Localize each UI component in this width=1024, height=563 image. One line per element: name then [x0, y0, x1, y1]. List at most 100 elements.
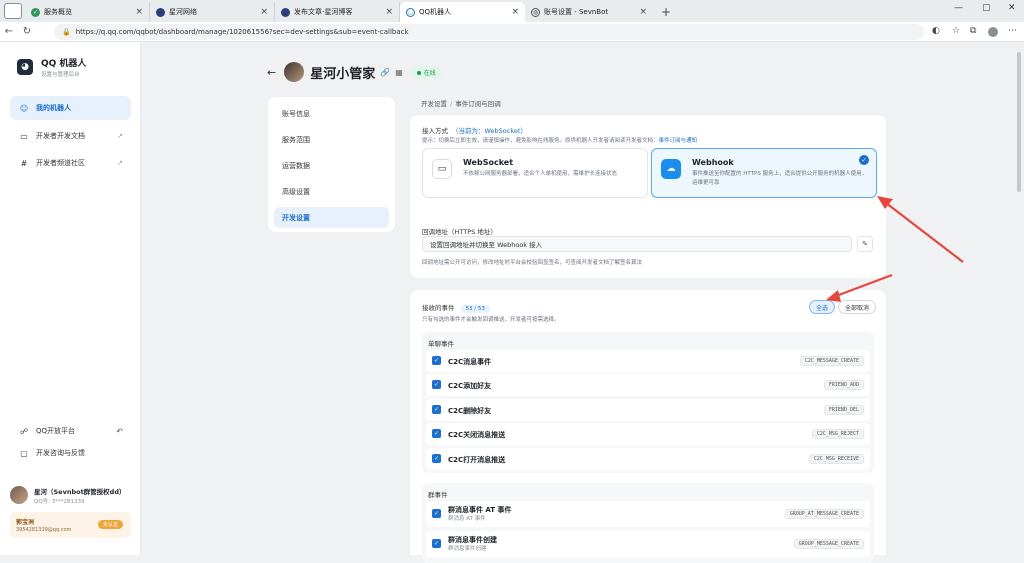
sidebar-item-dev-community[interactable]: # 开发者频道社区 ↗	[10, 151, 131, 175]
checkbox[interactable]: ✓	[432, 356, 441, 365]
card-name: 郭宝洲	[16, 519, 35, 526]
select-all-button[interactable]: 全选	[809, 300, 836, 314]
shield-icon: ✓	[31, 7, 40, 17]
monitor-icon: ▭	[432, 159, 452, 179]
robot-logo-icon: ◕	[17, 59, 33, 75]
sidebar: ◕ QQ 机器人 设置与管理后台 ☺ 我的机器人 ▭ 开发者开发文档 ↗ # 开…	[0, 42, 141, 555]
list-item[interactable]: ✓ C2C添加好友 FRIEND_ADD	[426, 374, 870, 396]
window-menu-button[interactable]	[4, 3, 22, 19]
extension-icon[interactable]: ◐	[932, 26, 940, 36]
user-auth-card[interactable]: 郭宝洲 3954281339@qq.com 未认证	[10, 512, 131, 538]
checkbox[interactable]: ✓	[432, 380, 441, 389]
more-icon[interactable]: ⋯	[1008, 26, 1017, 36]
address-bar: ← ↻ 🔒 https://q.qq.com/qqbot/dashboard/m…	[0, 22, 1024, 42]
platform-icon: ☍	[19, 426, 29, 436]
events-count-badge: 53 / 53	[460, 305, 490, 313]
checkbox[interactable]: ✓	[432, 509, 441, 518]
edit-icon[interactable]: ✎	[857, 236, 873, 252]
refresh-icon[interactable]: ↻	[18, 26, 36, 37]
chat-icon: ▢	[20, 448, 28, 458]
callback-label: 回调地址（HTTPS 地址）	[422, 228, 497, 236]
site-icon	[281, 7, 290, 17]
auth-badge: 未认证	[97, 520, 123, 529]
access-label: 接入方式 （当前为：WebSocket）	[422, 127, 527, 135]
avatar[interactable]	[10, 486, 28, 504]
browser-tab[interactable]: 星河网络 ×	[150, 2, 275, 22]
main-content: ← 星河小管家 🔗 ▦ 在线 账号信息 服务范围 运营数据 高级设置 开发设置 …	[141, 42, 1024, 563]
book-icon: ▭	[20, 131, 28, 141]
lock-icon: 🔒	[62, 28, 71, 36]
check-icon: ✓	[859, 155, 869, 165]
user-name: 星河（Sevnbot群管授权dd）	[34, 488, 126, 496]
page-title: 星河小管家	[310, 66, 376, 82]
event-group-group: 群事件 ✓ 群消息事件 AT 事件 群消息 AT 事件 GROUP_AT_MES…	[422, 483, 874, 563]
switch-icon[interactable]: ↶	[116, 427, 123, 436]
clear-all-button[interactable]: 全部取消	[838, 300, 877, 314]
collections-icon[interactable]: ⧉	[970, 26, 976, 36]
close-tab-icon[interactable]: ×	[260, 7, 268, 17]
back-arrow-icon[interactable]: ←	[267, 66, 276, 79]
checkbox[interactable]: ✓	[432, 405, 441, 414]
favorite-icon[interactable]: ☆	[952, 26, 960, 36]
brand: ◕ QQ 机器人 设置与管理后台	[17, 56, 86, 78]
browser-tab[interactable]: ✓ 服务概览 ×	[25, 2, 150, 22]
status-badge: 在线	[410, 65, 442, 79]
robot-icon: ☺	[19, 103, 29, 113]
list-item[interactable]: ✓ C2C删除好友 FRIEND_DEL	[426, 399, 870, 421]
brand-title: QQ 机器人	[41, 59, 87, 69]
profile-icon[interactable]	[988, 27, 998, 37]
docs-link[interactable]: 事件订阅与通知	[659, 138, 698, 144]
access-mode-card: 接入方式 （当前为：WebSocket） 提示：切换后立即生效，请谨慎操作，避免影…	[410, 115, 886, 278]
checkbox[interactable]: ✓	[432, 454, 441, 463]
close-tab-icon[interactable]: ×	[511, 7, 519, 17]
tab-dev-settings[interactable]: 开发设置	[274, 207, 389, 228]
option-websocket[interactable]: ▭ WebSocket 不依赖公网服务器部署，适合个人单机使用，需维护长连接状态	[422, 148, 648, 198]
callback-hint: 回调地址需公开可访问，修改地址时平台会校验回显签名，可查阅开发者文档了解签名算法	[422, 260, 643, 266]
url-field[interactable]: 🔒 https://q.qq.com/qqbot/dashboard/manag…	[54, 24, 924, 40]
qrcode-icon[interactable]: ▦	[395, 68, 403, 77]
restore-icon[interactable]: ▢	[982, 3, 991, 13]
events-label: 接收的事件 53 / 53	[422, 302, 490, 313]
event-group-c2c: 单聊事件 ✓ C2C消息事件 C2C_MESSAGE_CREATE ✓ C2C添…	[422, 332, 874, 473]
tab-account-info[interactable]: 账号信息	[274, 103, 389, 124]
browser-tab-active[interactable]: ◡ QQ机器人 ×	[400, 2, 525, 22]
card-email: 3954281339@qq.com	[16, 527, 72, 533]
tab-operation-data[interactable]: 运营数据	[274, 155, 389, 176]
option-webhook[interactable]: ☁ Webhook 事件推送至你配置的 HTTPS 服务上，适合提供公开服务的机…	[651, 148, 877, 198]
bot-icon: ◡	[406, 7, 415, 17]
link-icon[interactable]: 🔗	[380, 68, 390, 77]
sidebar-link-open-platform[interactable]: ☍ QQ开放平台 ↶	[18, 426, 123, 436]
sidebar-item-my-bots[interactable]: ☺ 我的机器人	[10, 96, 131, 120]
close-tab-icon[interactable]: ×	[135, 7, 143, 17]
browser-tab[interactable]: 发布文章-星河博客 ×	[275, 2, 400, 22]
back-icon[interactable]: ←	[0, 26, 18, 37]
tab-advanced-settings[interactable]: 高级设置	[274, 181, 389, 202]
browser-tab-bar: ✓ 服务概览 × 星河网络 × 发布文章-星河博客 × ◡ QQ机器人 × ◍ …	[0, 0, 1024, 22]
access-hint: 提示：切换后立即生效，请谨慎操作，避免影响在线服务。原供机器人开发者请阅读开发者…	[422, 138, 698, 144]
sidebar-link-feedback[interactable]: ▢ 开发咨询与反馈	[18, 448, 85, 458]
tab-service-scope[interactable]: 服务范围	[274, 129, 389, 150]
list-item[interactable]: ✓ C2C关闭消息推送 C2C_MSG_REJECT	[426, 423, 870, 445]
close-window-icon[interactable]: ✕	[1008, 3, 1016, 13]
checkbox[interactable]: ✓	[432, 539, 441, 548]
checkbox[interactable]: ✓	[432, 429, 441, 438]
events-hint: 只有勾选的事件才会触发回调推送，开发者可按需选择。	[422, 317, 560, 323]
globe-icon: ◍	[531, 7, 540, 17]
list-item[interactable]: ✓ C2C打开消息推送 C2C_MSG_RECEIVE	[426, 448, 870, 470]
close-tab-icon[interactable]: ×	[639, 7, 647, 17]
scrollbar[interactable]	[1017, 52, 1021, 192]
list-item[interactable]: ✓ 群消息事件 AT 事件 群消息 AT 事件 GROUP_AT_MESSAGE…	[426, 501, 870, 527]
breadcrumb: 开发设置 / 事件订阅与回调	[421, 100, 501, 108]
browser-tab[interactable]: ◍ 账号设置 - SevnBot ×	[525, 2, 653, 22]
close-tab-icon[interactable]: ×	[385, 7, 393, 17]
callback-url-field[interactable]: 设置回调地址并切换至 Webhook 接入	[422, 236, 852, 252]
hash-icon: #	[20, 158, 28, 168]
brand-subtitle: 设置与管理后台	[41, 72, 80, 78]
external-link-icon: ↗	[117, 132, 123, 140]
minimize-icon[interactable]: —	[954, 3, 963, 13]
list-item[interactable]: ✓ C2C消息事件 C2C_MESSAGE_CREATE	[426, 350, 870, 372]
new-tab-icon[interactable]: +	[661, 5, 671, 19]
list-item[interactable]: ✓ 群消息事件创建 群消息事件创建 GROUP_MESSAGE_CREATE	[426, 531, 870, 557]
sidebar-item-dev-docs[interactable]: ▭ 开发者开发文档 ↗	[10, 124, 131, 148]
external-link-icon: ↗	[117, 159, 123, 167]
